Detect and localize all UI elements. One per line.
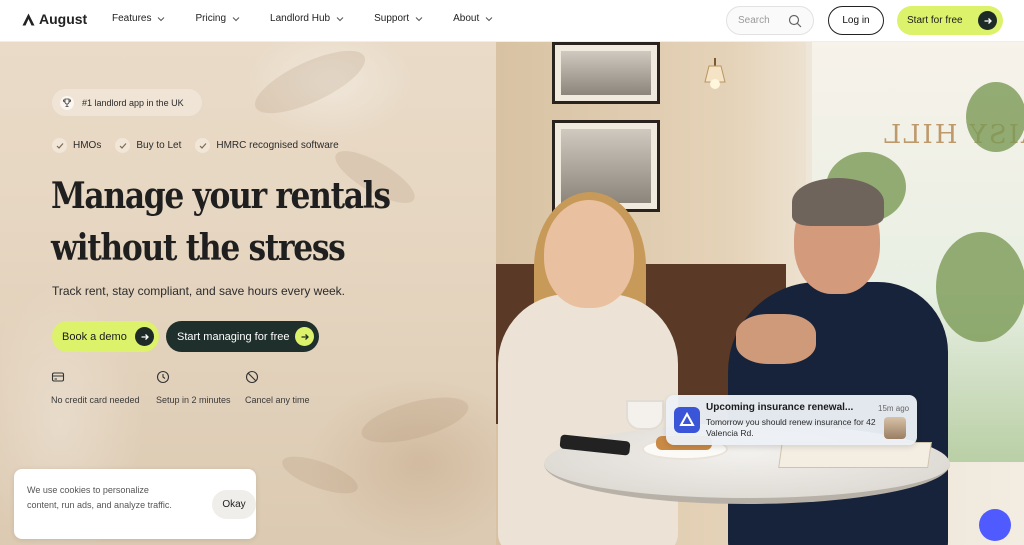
start-managing-label: Start managing for free	[177, 330, 290, 343]
chevron-down-icon	[485, 16, 493, 21]
chevron-down-icon	[415, 16, 423, 21]
hero-headline: Manage your rentals without the stress	[51, 170, 416, 274]
woman-face	[544, 200, 634, 308]
brand-name: August	[39, 11, 88, 27]
man-hand	[736, 314, 816, 364]
leaf-shadow-decoration	[247, 38, 373, 126]
chevron-down-icon	[232, 16, 240, 21]
nav-item-label: Support	[374, 13, 410, 24]
search-placeholder: Search	[738, 15, 770, 26]
perk-item: No credit card needed	[51, 370, 156, 405]
feature-check-item: HMOs	[52, 138, 101, 153]
perk-label: Cancel any time	[245, 395, 310, 405]
cookie-okay-button[interactable]: Okay	[212, 490, 256, 519]
man-hair	[792, 178, 884, 226]
feature-check-item: HMRC recognised software	[195, 138, 339, 153]
plant	[936, 232, 1024, 342]
book-demo-label: Book a demo	[62, 330, 127, 343]
wall-picture-frame	[552, 42, 660, 104]
nav-item-support[interactable]: Support	[374, 13, 423, 24]
checkmark-icon	[115, 138, 131, 153]
cookie-banner: We use cookies to personalize content, r…	[14, 469, 256, 539]
start-managing-button[interactable]: Start managing for free	[166, 321, 319, 352]
book-demo-button[interactable]: Book a demo	[52, 321, 159, 352]
search-input[interactable]: Search	[726, 6, 814, 35]
perk-item: Setup in 2 minutes	[156, 370, 245, 405]
nav-item-label: About	[453, 13, 480, 24]
arrow-right-icon	[295, 327, 314, 346]
perk-item: Cancel any time	[245, 370, 310, 405]
award-badge: #1 landlord app in the UK	[52, 89, 202, 116]
chevron-down-icon	[158, 16, 165, 21]
nav-item-pricing[interactable]: Pricing	[195, 13, 240, 24]
chevron-down-icon	[336, 16, 344, 21]
login-button[interactable]: Log in	[828, 6, 884, 35]
chat-launcher-button[interactable]	[979, 509, 1011, 541]
notebook	[778, 442, 932, 468]
august-logo-icon	[22, 13, 35, 26]
coffee-cup	[626, 400, 664, 430]
headline-line-2: without the stress	[51, 227, 346, 269]
nav-item-about[interactable]: About	[453, 13, 493, 24]
nav-item-label: Pricing	[195, 13, 227, 24]
credit-card-icon	[51, 372, 65, 382]
search-icon	[788, 14, 802, 28]
property-thumbnail	[884, 417, 906, 439]
start-for-free-button[interactable]: Start for free	[897, 6, 1003, 35]
leaf-shadow-decoration	[357, 388, 473, 452]
plant	[966, 82, 1024, 152]
notification-time: 15m ago	[878, 404, 910, 413]
nav-item-features[interactable]: Features	[112, 13, 165, 24]
headline-line-1: Manage your rentals	[51, 175, 391, 217]
hero-subheading: Track rent, stay compliant, and save hou…	[52, 284, 346, 298]
trophy-icon	[60, 95, 74, 110]
start-for-free-label: Start for free	[907, 15, 963, 26]
cookie-text: We use cookies to personalize content, r…	[27, 485, 172, 510]
wall-lamp	[704, 58, 726, 89]
august-app-icon	[674, 407, 700, 433]
feature-label: HMOs	[73, 140, 102, 151]
feature-check-item: Buy to Let	[115, 138, 181, 153]
hero-photo: THE DAISY HILL	[496, 42, 1024, 545]
checkmark-icon	[195, 138, 211, 153]
notification-body: Tomorrow you should renew insurance for …	[706, 417, 876, 438]
top-nav: August Features Pricing Landlord Hub Sup…	[0, 0, 1024, 42]
leaf-shadow-decoration	[277, 449, 363, 501]
perk-label: Setup in 2 minutes	[156, 395, 231, 405]
cancel-icon	[245, 370, 259, 384]
nav-links: Features Pricing Landlord Hub Support Ab…	[112, 13, 523, 24]
arrow-right-icon	[135, 327, 154, 346]
notification-title: Upcoming insurance renewal...	[706, 402, 854, 413]
feature-label: Buy to Let	[136, 140, 182, 151]
checkmark-icon	[52, 138, 67, 153]
feature-checks: HMOs Buy to Let HMRC recognised software	[52, 138, 339, 153]
perk-label: No credit card needed	[51, 395, 140, 405]
arrow-right-icon	[978, 11, 997, 30]
nav-item-landlord-hub[interactable]: Landlord Hub	[270, 13, 344, 24]
insurance-notification-card[interactable]: Upcoming insurance renewal... 15m ago To…	[666, 395, 917, 445]
clock-icon	[156, 370, 170, 384]
feature-label: HMRC recognised software	[216, 140, 339, 151]
award-text: #1 landlord app in the UK	[82, 97, 184, 108]
nav-item-label: Landlord Hub	[270, 13, 331, 24]
perks-list: No credit card needed Setup in 2 minutes…	[51, 370, 310, 405]
nav-item-label: Features	[112, 13, 152, 24]
brand-logo[interactable]: August	[22, 11, 87, 27]
